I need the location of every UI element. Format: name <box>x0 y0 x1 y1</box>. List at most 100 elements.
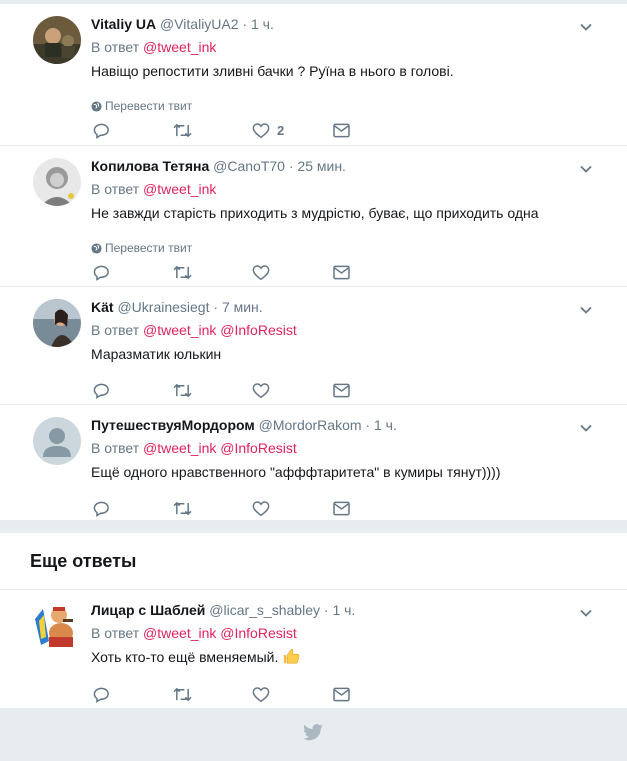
retweet-button[interactable] <box>173 498 192 518</box>
author-handle[interactable]: @CanoT70 <box>213 158 285 174</box>
tweet-text: Ещё одного нравственного "афффтаритета" … <box>91 464 501 480</box>
mention-link[interactable]: @InfoResist <box>220 625 296 641</box>
globe-icon <box>91 243 102 254</box>
reply-icon <box>93 123 109 139</box>
retweet-icon <box>173 501 192 515</box>
retweet-button[interactable] <box>173 684 192 704</box>
tweet-text-line: Хоть кто-то ещё вменяемый. <box>91 647 300 667</box>
author-name[interactable]: Kät <box>91 299 114 315</box>
retweet-button[interactable] <box>173 262 192 282</box>
tweet-actions <box>91 262 391 282</box>
author-handle[interactable]: @Ukrainesiegt <box>117 299 209 315</box>
cossack-avatar-icon <box>33 601 81 649</box>
reply-button[interactable] <box>93 684 110 704</box>
mention-link[interactable]: @InfoResist <box>220 322 296 338</box>
translate-label: Перевести твит <box>105 99 193 113</box>
chevron-down-icon[interactable] <box>579 162 593 176</box>
message-button[interactable] <box>333 262 350 282</box>
default-avatar-icon <box>33 417 81 465</box>
message-button[interactable] <box>333 380 350 400</box>
mention-link[interactable]: @tweet_ink <box>143 322 216 338</box>
section-heading: Еще ответы <box>30 551 137 571</box>
retweet-button[interactable] <box>173 120 192 140</box>
author-handle[interactable]: @licar_s_shabley <box>209 602 320 618</box>
author-handle[interactable]: @VitaliyUA2 <box>160 16 239 32</box>
tweet-text: Навіщо репостити зливні бачки ? Руїна в … <box>91 63 454 79</box>
chevron-down-icon[interactable] <box>579 421 593 435</box>
retweet-button[interactable] <box>173 380 192 400</box>
reply-button[interactable] <box>93 380 110 400</box>
author-name[interactable]: Vitaliy UA <box>91 16 156 32</box>
retweet-icon <box>173 383 192 397</box>
avatar[interactable] <box>33 16 81 64</box>
timestamp[interactable]: 1 ч. <box>374 417 397 433</box>
like-button[interactable] <box>252 498 270 518</box>
translate-link[interactable]: Перевести твит <box>91 240 192 256</box>
more-replies-section: Еще ответы Лицар с Шаблей @licar_s_shabl… <box>0 533 627 708</box>
tweet-header: Vitaliy UA @VitaliyUA2 · 1 ч. <box>91 14 607 34</box>
tweet[interactable]: Лицар с Шаблей @licar_s_shabley · 1 ч. В… <box>0 590 627 708</box>
tweet-header: Kät @Ukrainesiegt · 7 мин. <box>91 297 607 317</box>
reply-context: В ответ @tweet_ink @InfoResist <box>91 320 297 340</box>
reply-context: В ответ @tweet_ink @InfoResist <box>91 438 297 458</box>
tweet-header: Лицар с Шаблей @licar_s_shabley · 1 ч. <box>91 600 607 620</box>
mention-link[interactable]: @tweet_ink <box>143 440 216 456</box>
message-button[interactable] <box>333 120 350 140</box>
avatar[interactable] <box>33 299 81 347</box>
chevron-down-icon[interactable] <box>579 303 593 317</box>
tweet-actions <box>91 380 391 400</box>
heart-icon <box>252 264 270 280</box>
separator-dot: · <box>213 299 219 315</box>
author-name[interactable]: Копилова Тетяна <box>91 158 209 174</box>
mention-link[interactable]: @tweet_ink <box>143 39 216 55</box>
avatar[interactable] <box>33 417 81 465</box>
mention-link[interactable]: @tweet_ink <box>143 625 216 641</box>
chevron-down-icon[interactable] <box>579 20 593 34</box>
translate-link[interactable]: Перевести твит <box>91 98 192 114</box>
message-button[interactable] <box>333 498 350 518</box>
tweet-header: ПутешествуяМордором @MordorRakom · 1 ч. <box>91 415 607 435</box>
reply-button[interactable] <box>93 120 110 140</box>
like-button[interactable] <box>252 684 270 704</box>
author-name[interactable]: ПутешествуяМордором <box>91 417 255 433</box>
tweet-text: Маразматик юлькин <box>91 346 222 362</box>
like-button[interactable]: 2 <box>252 120 284 140</box>
reply-icon <box>93 501 109 517</box>
tweet[interactable]: ПутешествуяМордором @MordorRakom · 1 ч. … <box>0 405 627 520</box>
tweet[interactable]: Vitaliy UA @VitaliyUA2 · 1 ч. В ответ @t… <box>0 4 627 146</box>
envelope-icon <box>333 501 350 515</box>
timestamp[interactable]: 7 мин. <box>222 299 263 315</box>
author-handle[interactable]: @MordorRakom <box>259 417 362 433</box>
tweet[interactable]: Kät @Ukrainesiegt · 7 мин. В ответ @twee… <box>0 287 627 405</box>
mention-link[interactable]: @tweet_ink <box>143 181 216 197</box>
envelope-icon <box>333 687 350 701</box>
heart-icon <box>252 382 270 398</box>
mention-link[interactable]: @InfoResist <box>220 440 296 456</box>
message-button[interactable] <box>333 684 350 704</box>
tweet[interactable]: Копилова Тетяна @CanoT70 · 25 мин. В отв… <box>0 146 627 287</box>
twitter-bird-icon <box>303 724 323 741</box>
like-button[interactable] <box>252 380 270 400</box>
author-name[interactable]: Лицар с Шаблей <box>91 602 205 618</box>
chevron-down-icon[interactable] <box>579 606 593 620</box>
tweet-text: Не завжди старість приходить з мудрістю,… <box>91 205 539 221</box>
separator-dot: · <box>323 602 329 618</box>
tweet-actions <box>91 684 391 704</box>
heart-icon <box>252 686 270 702</box>
tweet-actions: 2 <box>91 120 391 140</box>
globe-icon <box>91 101 102 112</box>
reply-button[interactable] <box>93 498 110 518</box>
timestamp[interactable]: 1 ч. <box>251 16 274 32</box>
reply-icon <box>93 687 109 703</box>
heart-icon <box>252 122 270 138</box>
timestamp[interactable]: 25 мин. <box>297 158 346 174</box>
envelope-icon <box>333 383 350 397</box>
reply-prefix: В ответ <box>91 440 140 456</box>
avatar[interactable] <box>33 601 81 649</box>
reply-button[interactable] <box>93 262 110 282</box>
reply-prefix: В ответ <box>91 625 140 641</box>
separator-dot: · <box>288 158 294 174</box>
avatar[interactable] <box>33 158 81 206</box>
like-button[interactable] <box>252 262 270 282</box>
timestamp[interactable]: 1 ч. <box>332 602 355 618</box>
